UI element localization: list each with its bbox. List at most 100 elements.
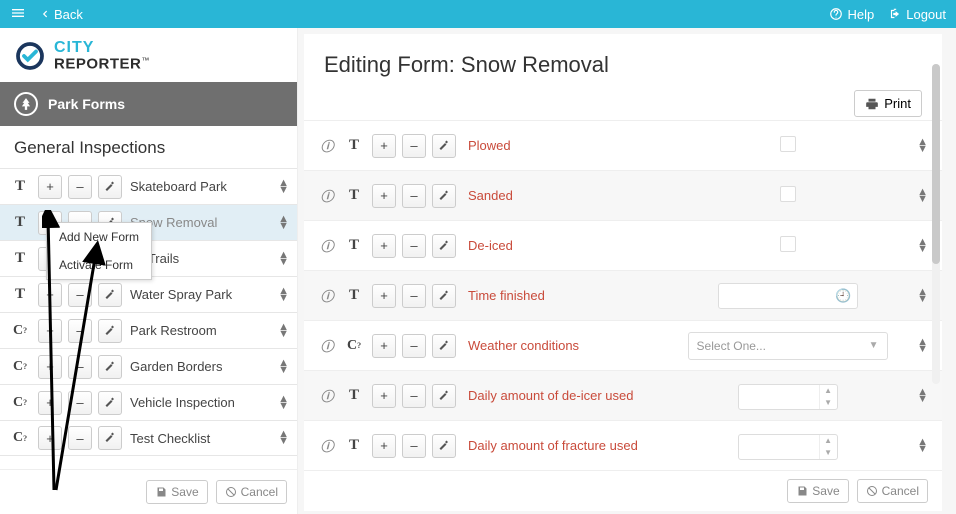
reorder-handle[interactable]: ▲▼ [278, 180, 289, 194]
info-icon[interactable]: ⓘ [318, 337, 336, 355]
edit-button[interactable] [98, 426, 122, 450]
remove-button[interactable]: – [402, 284, 426, 308]
remove-button[interactable]: – [402, 434, 426, 458]
reorder-handle[interactable]: ▲▼ [278, 252, 289, 266]
info-icon[interactable]: ⓘ [318, 137, 336, 155]
add-button[interactable]: + [372, 134, 396, 158]
cancel-button[interactable]: Cancel [216, 480, 287, 504]
row-tools: C? + – [8, 355, 122, 379]
edit-button[interactable] [432, 234, 456, 258]
edit-button[interactable] [98, 391, 122, 415]
add-button[interactable]: + [38, 426, 62, 450]
add-button[interactable]: + [38, 355, 62, 379]
reorder-handle[interactable]: ▲▼ [917, 189, 928, 203]
remove-button[interactable]: – [402, 384, 426, 408]
editor-cancel-button[interactable]: Cancel [857, 479, 928, 503]
remove-button[interactable]: – [68, 426, 92, 450]
form-row[interactable]: T + – Skateboard Park ▲▼ [0, 168, 297, 204]
edit-button[interactable] [432, 334, 456, 358]
field-label: Plowed [468, 138, 668, 153]
menu-icon[interactable] [10, 5, 26, 24]
edit-button[interactable] [432, 134, 456, 158]
reorder-handle[interactable]: ▲▼ [917, 239, 928, 253]
remove-button[interactable]: – [402, 184, 426, 208]
form-row[interactable]: C? + – Park Restroom ▲▼ [0, 312, 297, 348]
add-button[interactable]: + [372, 334, 396, 358]
step-up-icon[interactable]: ▲ [820, 385, 837, 397]
checkbox-input[interactable] [780, 136, 796, 152]
info-icon[interactable]: ⓘ [318, 237, 336, 255]
number-stepper[interactable]: ▲▼ [738, 434, 838, 460]
number-stepper[interactable]: ▲▼ [738, 384, 838, 410]
remove-button[interactable]: – [402, 134, 426, 158]
edit-button[interactable] [98, 283, 122, 307]
reorder-handle[interactable]: ▲▼ [278, 324, 289, 338]
scrollbar[interactable] [932, 64, 940, 384]
form-row[interactable]: T + – Water Spray Park ▲▼ [0, 276, 297, 312]
add-button[interactable]: + [38, 391, 62, 415]
complex-question-icon: C? [8, 355, 32, 379]
add-button[interactable]: + [372, 234, 396, 258]
step-down-icon[interactable]: ▼ [820, 397, 837, 409]
editor-footer: Save Cancel [304, 470, 942, 511]
field-control: ▲▼ [738, 431, 838, 460]
info-icon[interactable]: ⓘ [318, 287, 336, 305]
remove-button[interactable]: – [68, 391, 92, 415]
select-placeholder: Select One... [697, 339, 766, 353]
add-button[interactable]: + [372, 384, 396, 408]
editor-cancel-label: Cancel [882, 484, 919, 498]
reorder-handle[interactable]: ▲▼ [917, 139, 928, 153]
remove-button[interactable]: – [68, 175, 92, 199]
add-button[interactable]: + [372, 184, 396, 208]
edit-button[interactable] [432, 434, 456, 458]
save-button[interactable]: Save [146, 480, 207, 504]
add-button[interactable]: + [372, 434, 396, 458]
context-menu-item[interactable]: Activate Form [47, 251, 151, 279]
edit-button[interactable] [432, 284, 456, 308]
remove-button[interactable]: – [68, 319, 92, 343]
edit-button[interactable] [98, 355, 122, 379]
reorder-handle[interactable]: ▲▼ [278, 360, 289, 374]
step-up-icon[interactable]: ▲ [820, 435, 837, 447]
info-icon[interactable]: ⓘ [318, 187, 336, 205]
add-button[interactable]: + [38, 319, 62, 343]
form-row[interactable]: C? + – Vehicle Inspection ▲▼ [0, 384, 297, 420]
edit-button[interactable] [98, 175, 122, 199]
remove-button[interactable]: – [402, 334, 426, 358]
reorder-handle[interactable]: ▲▼ [278, 396, 289, 410]
reorder-handle[interactable]: ▲▼ [278, 431, 289, 445]
edit-button[interactable] [98, 319, 122, 343]
print-button[interactable]: Print [854, 90, 922, 117]
reorder-handle[interactable]: ▲▼ [917, 389, 928, 403]
add-button[interactable]: + [38, 175, 62, 199]
context-menu-item[interactable]: Add New Form [47, 223, 151, 251]
logout-link[interactable]: Logout [888, 7, 946, 22]
info-icon[interactable]: ⓘ [318, 437, 336, 455]
edit-button[interactable] [432, 384, 456, 408]
editor-save-button[interactable]: Save [787, 479, 848, 503]
reorder-handle[interactable]: ▲▼ [917, 289, 928, 303]
back-link[interactable]: Back [40, 7, 83, 22]
reorder-handle[interactable]: ▲▼ [917, 339, 928, 353]
field-tools: ⓘ T + – [318, 134, 456, 158]
reorder-handle[interactable]: ▲▼ [278, 216, 289, 230]
step-down-icon[interactable]: ▼ [820, 447, 837, 459]
add-button[interactable]: + [38, 283, 62, 307]
category-bar[interactable]: Park Forms [0, 82, 297, 126]
help-link[interactable]: Help [829, 7, 874, 22]
checkbox-input[interactable] [780, 186, 796, 202]
form-row[interactable]: C? + – Garden Borders ▲▼ [0, 348, 297, 384]
checkbox-input[interactable] [780, 236, 796, 252]
brand-badge [12, 38, 48, 74]
info-icon[interactable]: ⓘ [318, 387, 336, 405]
text-icon: T [342, 284, 366, 308]
reorder-handle[interactable]: ▲▼ [278, 288, 289, 302]
form-row[interactable]: C? + – Test Checklist ▲▼ [0, 420, 297, 456]
remove-button[interactable]: – [402, 234, 426, 258]
add-button[interactable]: + [372, 284, 396, 308]
edit-button[interactable] [432, 184, 456, 208]
reorder-handle[interactable]: ▲▼ [917, 439, 928, 453]
select-input[interactable]: Select One...▼ [688, 332, 888, 360]
remove-button[interactable]: – [68, 355, 92, 379]
remove-button[interactable]: – [68, 283, 92, 307]
